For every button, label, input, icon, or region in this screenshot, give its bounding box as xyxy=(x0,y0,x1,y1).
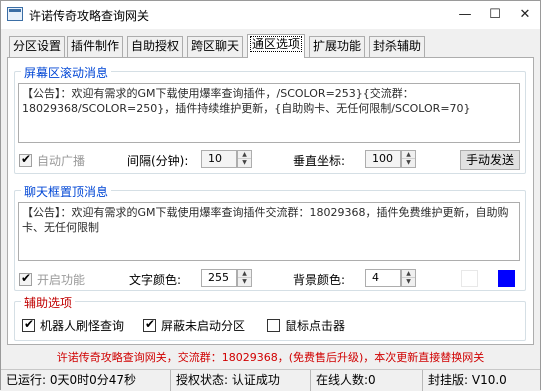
maximize-button[interactable]: ☐ xyxy=(480,1,510,29)
spin-down-icon[interactable]: ▼ xyxy=(402,278,415,286)
interval-stepper[interactable]: 10 ▲ ▼ xyxy=(201,150,253,168)
bg-color-label: 背景颜色: xyxy=(293,273,346,287)
status-bar: 已运行: 0天0时0分47秒 授权状态: 认证成功 在线人数:0 封挂版: V1… xyxy=(1,369,540,391)
interval-label: 间隔(分钟): xyxy=(127,154,189,168)
tab-self-auth[interactable]: 自助授权 xyxy=(127,36,184,57)
chat-top-message[interactable]: 【公告】：欢迎有需求的GM下载使用爆率查询插件交流群：18029368，插件免费… xyxy=(18,202,520,261)
close-button[interactable]: ✕ xyxy=(510,1,540,29)
bg-color-stepper[interactable]: 4 ▲ ▼ xyxy=(365,269,417,287)
tab-extensions[interactable]: 扩展功能 xyxy=(309,36,366,57)
tab-cross-chat[interactable]: 跨区聊天 xyxy=(187,36,244,57)
aux-options-group: 辅助选项 ✔ 机器人刷怪查询 ✔ 屏蔽未启动分区 鼠标点击器 xyxy=(14,294,526,341)
vertical-spin-arrows[interactable]: ▲ ▼ xyxy=(401,150,416,168)
title-bar[interactable]: 许诺传奇攻略查询网关 — ☐ ✕ xyxy=(1,1,540,29)
hide-inactive-zones-checkbox[interactable]: ✔ 屏蔽未启动分区 xyxy=(143,317,245,334)
spin-up-icon[interactable]: ▲ xyxy=(238,151,251,159)
spin-down-icon[interactable]: ▼ xyxy=(238,159,251,167)
check-mark-icon: ✔ xyxy=(21,152,32,166)
vertical-coord-value[interactable]: 100 xyxy=(365,150,401,168)
auto-broadcast-checkbox[interactable]: ✔ 自动广播 xyxy=(19,152,85,169)
minimize-button[interactable]: — xyxy=(450,1,480,29)
tab-ban-assist[interactable]: 封杀辅助 xyxy=(369,36,426,57)
footer-notice: 许诺传奇攻略查询网关，交流群：18029368，(免费售后升级)，本次更新直接替… xyxy=(56,351,485,364)
app-icon xyxy=(7,7,23,21)
uptime-status: 已运行: 0天0时0分47秒 xyxy=(1,370,171,391)
window-title: 许诺传奇攻略查询网关 xyxy=(29,9,150,23)
online-count-status: 在线人数:0 xyxy=(311,370,423,391)
check-mark-icon: ✔ xyxy=(24,317,35,331)
check-mark-icon: ✔ xyxy=(21,271,32,285)
tab-plugin-make[interactable]: 插件制作 xyxy=(67,36,124,57)
vertical-coord-label: 垂直坐标: xyxy=(293,154,346,168)
screen-scroll-message[interactable]: 【公告】：欢迎有需求的GM下载使用爆率查询插件，/SCOLOR=253}{交流群… xyxy=(18,83,520,143)
interval-value[interactable]: 10 xyxy=(201,150,237,168)
auth-status: 授权状态: 认证成功 xyxy=(171,370,311,391)
version-status: 封挂版: V10.0 xyxy=(428,373,507,387)
enable-feature-checkbox[interactable]: ✔ 开启功能 xyxy=(19,271,85,288)
text-color-spin-arrows[interactable]: ▲ ▼ xyxy=(237,269,252,287)
spin-down-icon[interactable]: ▼ xyxy=(238,278,251,286)
text-color-stepper[interactable]: 255 ▲ ▼ xyxy=(201,269,253,287)
check-mark-icon: ✔ xyxy=(145,317,156,331)
robot-monster-query-checkbox[interactable]: ✔ 机器人刷怪查询 xyxy=(22,317,124,334)
main-window: 许诺传奇攻略查询网关 — ☐ ✕ 分区设置 插件制作 自助授权 跨区聊天 通区选… xyxy=(0,0,541,391)
tab-cross-zone-options[interactable]: 通区选项 xyxy=(247,34,306,58)
bg-color-swatch xyxy=(498,270,515,287)
text-color-value[interactable]: 255 xyxy=(201,269,237,287)
chat-top-group: 聊天框置顶消息 【公告】：欢迎有需求的GM下载使用爆率查询插件交流群：18029… xyxy=(14,183,526,291)
bg-color-value[interactable]: 4 xyxy=(365,269,401,287)
screen-scroll-group: 屏幕区滚动消息 【公告】：欢迎有需求的GM下载使用爆率查询插件，/SCOLOR=… xyxy=(14,64,526,174)
mouse-clicker-checkbox[interactable]: 鼠标点击器 xyxy=(267,317,345,334)
tab-partition-settings[interactable]: 分区设置 xyxy=(9,36,66,57)
screen-scroll-title: 屏幕区滚动消息 xyxy=(21,64,112,81)
bg-color-spin-arrows[interactable]: ▲ ▼ xyxy=(401,269,416,287)
text-color-swatch xyxy=(461,270,478,287)
spin-up-icon[interactable]: ▲ xyxy=(402,270,415,278)
chat-top-title: 聊天框置顶消息 xyxy=(21,183,112,200)
vertical-coord-stepper[interactable]: 100 ▲ ▼ xyxy=(365,150,417,168)
aux-options-title: 辅助选项 xyxy=(21,294,76,311)
text-color-label: 文字颜色: xyxy=(129,273,182,287)
interval-spin-arrows[interactable]: ▲ ▼ xyxy=(237,150,252,168)
spin-down-icon[interactable]: ▼ xyxy=(402,159,415,167)
manual-send-button[interactable]: 手动发送 xyxy=(460,150,520,170)
tab-panel: 屏幕区滚动消息 【公告】：欢迎有需求的GM下载使用爆率查询插件，/SCOLOR=… xyxy=(7,57,534,345)
spin-up-icon[interactable]: ▲ xyxy=(402,151,415,159)
spin-up-icon[interactable]: ▲ xyxy=(238,270,251,278)
